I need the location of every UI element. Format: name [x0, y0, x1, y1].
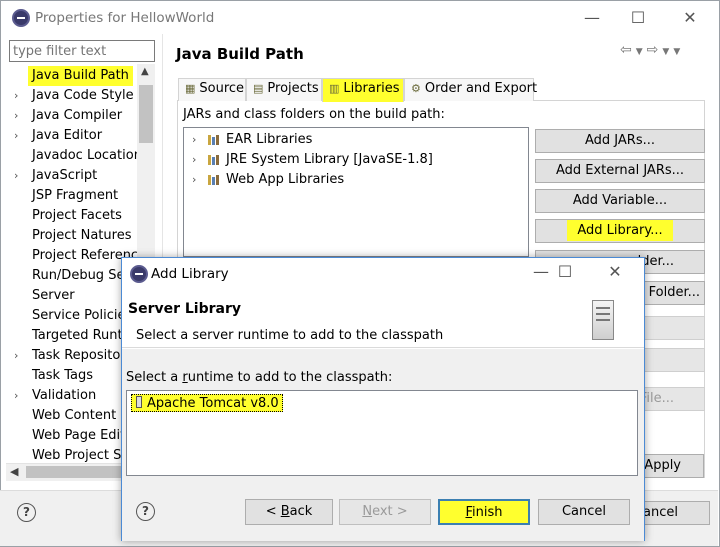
runtime-list[interactable]: Apache Tomcat v8.0	[126, 390, 638, 476]
runtime-label: Select a runtime to add to the classpath…	[126, 370, 392, 385]
dialog-heading: Server Library	[128, 301, 242, 317]
finish-button[interactable]: Finish	[438, 499, 530, 525]
main-cancel-button[interactable]: ancel	[640, 501, 710, 525]
add-variable-button[interactable]: Add Variable...	[535, 189, 705, 213]
tree-scroll-thumb[interactable]	[139, 85, 153, 143]
back-suffix: ack	[289, 504, 313, 519]
runtime-item-label: Apache Tomcat v8.0	[147, 396, 279, 411]
tab-source-label: Source	[199, 81, 245, 96]
dialog-description: Select a server runtime to add to the cl…	[136, 328, 444, 343]
jars-label: JARs and class folders on the build path…	[183, 107, 445, 122]
back-dropdown-icon[interactable]: ▼	[636, 47, 647, 57]
expand-icon[interactable]: ›	[192, 170, 196, 190]
tab-order-export-label: Order and Export	[424, 81, 538, 96]
libraries-tree[interactable]: › EAR Libraries › JRE System Library [Ja…	[183, 127, 529, 257]
forward-dropdown-icon[interactable]: ▼	[662, 47, 673, 57]
add-jars-button[interactable]: Add JARs...	[535, 129, 705, 153]
expand-icon[interactable]: ›	[14, 126, 24, 146]
tree-item-label: Project Natures	[32, 228, 132, 243]
scroll-up-icon[interactable]: ▲	[141, 66, 149, 77]
expand-icon[interactable]: ›	[14, 86, 24, 106]
next-button[interactable]: Next >	[339, 499, 431, 525]
runtime-item[interactable]: Apache Tomcat v8.0	[131, 394, 283, 412]
finish-suffix: inish	[472, 505, 503, 520]
tree-item-label: JavaScript	[32, 168, 98, 183]
back-button[interactable]: < Back	[245, 499, 333, 525]
dialog-help-icon[interactable]: ?	[136, 502, 155, 521]
tree-item-label: JSP Fragment	[32, 188, 119, 203]
filter-input[interactable]	[9, 40, 155, 62]
next-mnemonic: N	[362, 504, 373, 519]
back-mnemonic: B	[280, 504, 290, 519]
tree-item-label: Project Facets	[32, 208, 122, 223]
title-bar: Properties for HellowWorld — ☐ ✕	[1, 1, 719, 35]
server-icon	[592, 300, 614, 340]
expand-icon[interactable]: ›	[14, 106, 24, 126]
view-menu-icon[interactable]: ▼	[673, 47, 684, 57]
tab-projects[interactable]: ▤ Projects	[246, 78, 322, 101]
add-library-button[interactable]: Add Library...	[535, 219, 705, 243]
tree-item-label: Java Code Style	[32, 88, 134, 103]
tree-item-label: Task Repositor	[32, 348, 126, 363]
libraries-icon: ▥	[329, 82, 340, 95]
tree-item-label: Web Content S	[32, 408, 129, 423]
add-external-jars-button[interactable]: Add External JARs...	[535, 159, 705, 183]
tree-item-label: Task Tags	[32, 368, 93, 383]
order-export-icon: ⚙	[411, 82, 421, 95]
library-label: EAR Libraries	[226, 132, 313, 147]
library-icon	[208, 135, 222, 145]
tree-item-label: Web Page Edit	[32, 428, 126, 443]
dialog-title-bar: Add Library — ☐ ✕	[122, 258, 644, 290]
dialog-title: Add Library	[151, 266, 229, 282]
dialog-close-button[interactable]: ✕	[592, 260, 638, 286]
library-icon	[208, 155, 222, 165]
library-label: JRE System Library [JavaSE-1.8]	[226, 152, 433, 167]
maximize-button[interactable]: ☐	[615, 6, 661, 32]
tree-item-label: Server	[32, 288, 75, 303]
back-prefix: <	[265, 504, 281, 519]
tree-item-label: Validation	[32, 388, 97, 403]
dialog-maximize-button[interactable]: ☐	[542, 260, 588, 286]
page-title: Java Build Path	[176, 45, 304, 63]
eclipse-app-icon	[130, 265, 148, 283]
projects-icon: ▤	[253, 82, 264, 95]
tab-source[interactable]: ▦ Source	[178, 78, 246, 101]
tree-item-label: Run/Debug Se	[32, 268, 125, 283]
tab-projects-label: Projects	[267, 81, 319, 96]
tab-order-export[interactable]: ⚙ Order and Export	[404, 78, 538, 101]
forward-arrow-icon[interactable]: ⇨	[647, 42, 663, 58]
back-arrow-icon[interactable]: ⇦	[620, 42, 636, 58]
source-icon: ▦	[185, 82, 196, 95]
next-suffix: ext >	[372, 504, 408, 519]
expand-icon[interactable]: ›	[192, 150, 196, 170]
scroll-left-icon[interactable]: ◀	[10, 465, 18, 478]
add-library-label: Add Library...	[567, 220, 673, 241]
tree-item-label: Targeted Runti	[32, 328, 127, 343]
tree-item-label: Service Policies	[32, 308, 133, 323]
library-label: Web App Libraries	[226, 172, 345, 187]
cancel-button[interactable]: Cancel	[538, 499, 630, 525]
tab-libraries-label: Libraries	[343, 81, 400, 96]
window-title: Properties for HellowWorld	[35, 10, 215, 26]
help-icon[interactable]: ?	[17, 503, 36, 522]
tab-libraries[interactable]: ▥ Libraries	[322, 78, 404, 102]
expand-icon[interactable]: ›	[14, 386, 24, 406]
library-icon	[208, 175, 222, 185]
tree-item-label: Javadoc Location	[32, 148, 142, 163]
minimize-button[interactable]: —	[569, 6, 615, 32]
add-library-dialog: Add Library — ☐ ✕ Server Library Select …	[121, 257, 645, 541]
tree-item-label: Java Compiler	[32, 108, 123, 123]
expand-icon[interactable]: ›	[192, 130, 196, 150]
close-button[interactable]: ✕	[667, 6, 713, 32]
eclipse-app-icon	[12, 9, 30, 27]
tree-item-label: Java Build Path	[28, 66, 133, 86]
server-runtime-icon	[136, 396, 142, 408]
tree-item-label: Java Editor	[32, 128, 103, 143]
runtime-label-prefix: Select a	[126, 370, 183, 385]
navigation-arrows[interactable]: ⇦▼⇨▼▼	[620, 42, 684, 58]
expand-icon[interactable]: ›	[14, 346, 24, 366]
expand-icon[interactable]: ›	[14, 166, 24, 186]
runtime-label-suffix: untime to add to the classpath:	[187, 370, 393, 385]
